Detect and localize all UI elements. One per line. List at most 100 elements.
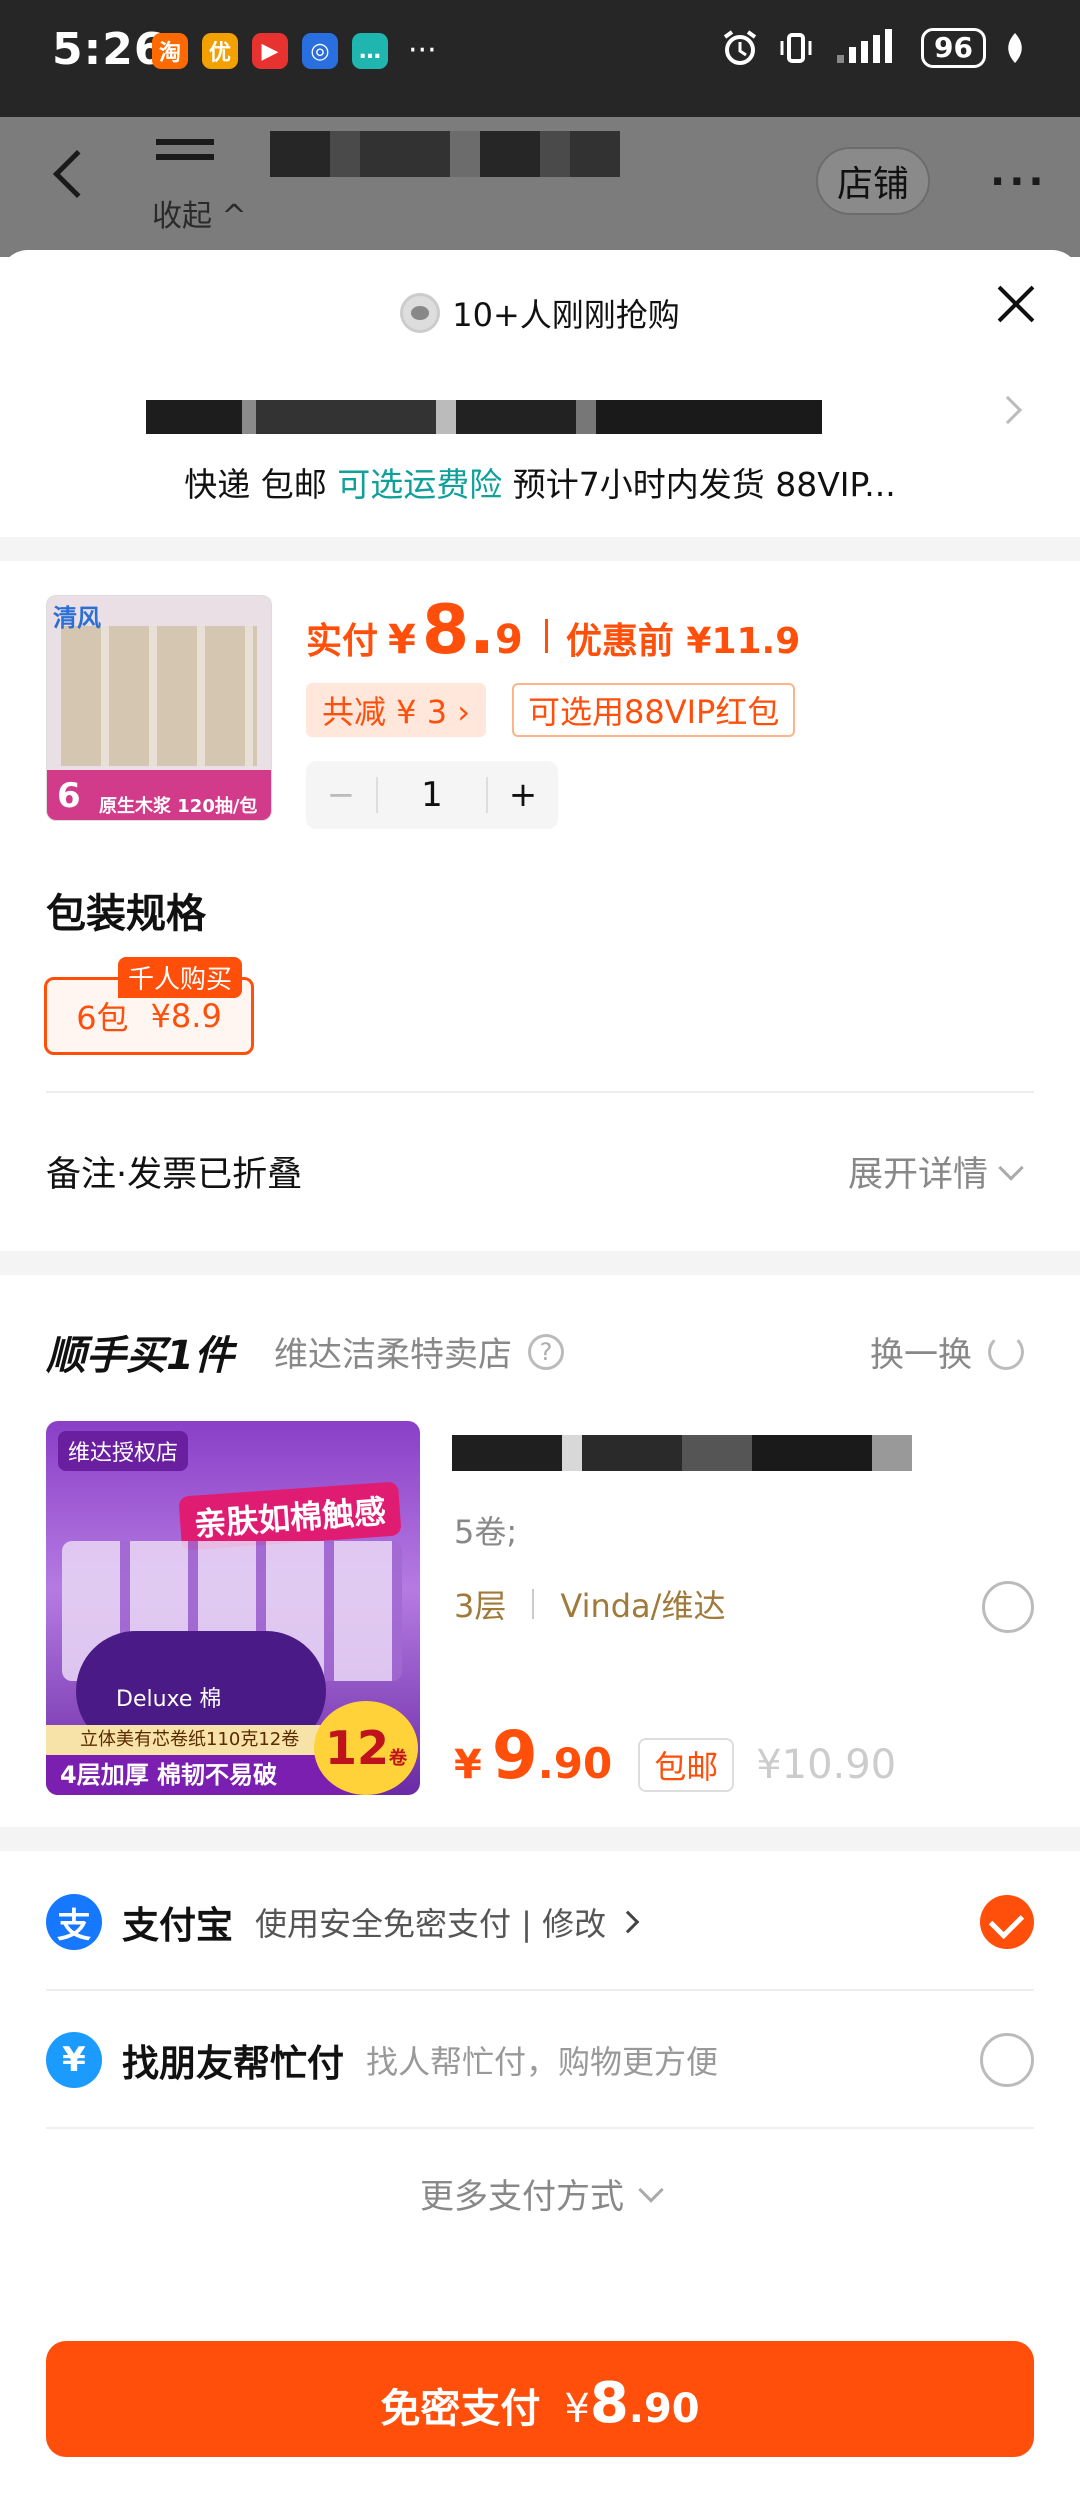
mascot-avatar-icon	[400, 293, 441, 333]
addon-spec-details: 3层 Vinda/维达	[454, 1581, 725, 1627]
currency-symbol: ¥	[388, 617, 416, 663]
addon-name-redacted[interactable]	[452, 1435, 912, 1471]
close-icon[interactable]	[996, 284, 1036, 324]
addon-original-price: ¥10.90	[756, 1742, 897, 1788]
addon-store-name: 维达洁柔特卖店	[274, 1335, 512, 1375]
notification-icons: 淘 优 ▶ ◎ … ···	[152, 33, 437, 69]
addon-image-caption: 立体美有芯卷纸110克12卷	[46, 1725, 346, 1755]
shipping-insurance-link[interactable]: 可选运费险	[337, 465, 502, 504]
addon-spec-layers: 3层	[454, 1587, 507, 1625]
addon-section: 顺手买1件 维达洁柔特卖店 ? 换一换 维达授权店 亲肤如棉触感 Deluxe …	[0, 1275, 1080, 1827]
chat-app-icon: …	[352, 33, 388, 69]
chevron-right-icon	[616, 1910, 640, 1934]
status-time: 5:26	[52, 24, 166, 75]
chevron-down-icon	[638, 2176, 664, 2203]
menu-icon[interactable]	[156, 139, 214, 169]
alipay-icon: 支	[46, 1894, 102, 1950]
expand-details-button[interactable]: 展开详情	[847, 1146, 1024, 1197]
quantity-stepper: − 1 +	[306, 761, 558, 829]
divider	[46, 1989, 1034, 1991]
discount-tag[interactable]: 共减 ¥ 3 ›	[306, 683, 487, 737]
checked-radio-icon[interactable]	[980, 1895, 1034, 1949]
battery-icon: 96	[921, 28, 986, 68]
price-separator	[544, 619, 548, 653]
vibrate-icon	[780, 33, 812, 63]
addon-select-radio[interactable]	[982, 1581, 1034, 1633]
payment-section: 支 支付宝 使用安全免密支付 | 修改 ¥ 找朋友帮忙付 找人帮忙付，购物更方便…	[0, 1851, 1080, 2287]
product-image-band: 6 原生木浆 120抽/包	[47, 770, 271, 820]
video-app-icon: ▶	[252, 33, 288, 69]
spec-separator	[532, 1589, 535, 1619]
address-redacted[interactable]	[146, 400, 822, 434]
alarm-icon	[723, 30, 757, 65]
popular-badge: 千人购买	[118, 957, 243, 998]
more-payment-label: 更多支付方式	[420, 2177, 624, 2217]
leaf-icon	[1008, 33, 1022, 63]
vip-redpacket-tag[interactable]: 可选用88VIP红包	[512, 683, 796, 737]
checkout-sheet: 10+人刚刚抢购 快递 包邮 可选运费险 预计7小时内发货 88VIP... 清…	[0, 250, 1080, 2504]
more-payment-methods-button[interactable]: 更多支付方式	[0, 2169, 1080, 2218]
roll-count-badge: 12卷	[314, 1701, 418, 1795]
addon-price-decimal: .90	[537, 1739, 613, 1788]
currency-symbol: ¥	[454, 1742, 482, 1788]
shipping-eta: 预计7小时内发货 88VIP...	[502, 465, 896, 504]
addon-image-slogan: 4层加厚 棉韧不易破	[46, 1755, 346, 1795]
product-image-count: 6	[57, 776, 81, 816]
section-gap	[0, 537, 1080, 561]
password-free-pay-button[interactable]: 免密支付 ¥ 8 .90	[46, 2341, 1034, 2457]
signal-icon	[837, 29, 893, 63]
addon-price-integer: 9	[491, 1717, 538, 1794]
chevron-right-icon[interactable]	[993, 395, 1023, 425]
more-icon[interactable]: ···	[990, 159, 1048, 205]
back-arrow-icon[interactable]	[52, 149, 102, 199]
help-icon[interactable]: ?	[528, 1333, 564, 1370]
hot-purchase-text: 10+人刚刚抢购	[452, 296, 680, 334]
addon-store: 维达洁柔特卖店 ?	[274, 1327, 564, 1376]
swap-button[interactable]: 换一换	[870, 1327, 1024, 1376]
product-image-band-text: 原生木浆 120抽/包	[99, 796, 258, 817]
taobao-app-icon: 淘	[152, 33, 188, 69]
spec-option-name: 6包	[76, 999, 129, 1037]
increase-button[interactable]: +	[488, 775, 558, 815]
authorized-store-chip: 维达授权店	[58, 1431, 189, 1471]
price-row: 实付 ¥ 8. 9 优惠前 ¥11.9	[306, 591, 800, 670]
store-button[interactable]: 店铺	[816, 147, 930, 215]
system-icons: 96	[721, 28, 1026, 68]
spec-option-price: ¥8.9	[150, 997, 222, 1035]
payment-option-alipay[interactable]: 支 支付宝 使用安全免密支付 | 修改	[46, 1857, 1034, 1987]
addon-pack-text: Deluxe 棉	[116, 1687, 222, 1712]
shipping-method: 快递 包邮	[184, 465, 338, 504]
friend-pay-icon: ¥	[46, 2032, 102, 2088]
addon-product-image[interactable]: 维达授权店 亲肤如棉触感 Deluxe 棉 立体美有芯卷纸110克12卷 4层加…	[46, 1421, 420, 1795]
divider	[46, 2127, 1034, 2129]
product-image[interactable]: 清风 6 原生木浆 120抽/包	[46, 595, 272, 821]
addon-spec-brand: Vinda/维达	[560, 1587, 726, 1625]
section-gap	[0, 1251, 1080, 1275]
collapse-button[interactable]: 收起 ^	[152, 191, 247, 235]
product-pattern	[61, 626, 257, 766]
decrease-button[interactable]: −	[306, 775, 376, 815]
addon-price: ¥ 9 .90 包邮 ¥10.90	[454, 1717, 896, 1794]
friend-pay-desc: 找人帮忙付，购物更方便	[366, 2043, 719, 2081]
shipping-info: 快递 包邮 可选运费险 预计7小时内发货 88VIP...	[0, 458, 1080, 506]
refresh-icon	[988, 1333, 1024, 1370]
pre-discount-price: 优惠前 ¥11.9	[565, 621, 801, 662]
addon-spec-rolls: 5卷;	[454, 1513, 518, 1551]
spec-title: 包装规格	[46, 891, 206, 937]
pay-price-integer: 8	[589, 2371, 629, 2436]
alipay-desc-text: 使用安全免密支付 | 修改	[255, 1905, 607, 1943]
shop-name-redacted	[270, 131, 620, 177]
hot-purchase-banner: 10+人刚刚抢购	[0, 290, 1080, 336]
blue-app-icon: ◎	[302, 33, 338, 69]
addon-title: 顺手买1件	[46, 1333, 234, 1379]
roll-count-unit: 卷	[389, 1748, 407, 1769]
free-shipping-badge: 包邮	[638, 1738, 735, 1792]
unchecked-radio-icon[interactable]	[980, 2033, 1034, 2087]
more-notifications-icon: ···	[408, 33, 437, 68]
note-invoice-label: 备注·发票已折叠	[46, 1155, 303, 1195]
payment-option-friend[interactable]: ¥ 找朋友帮忙付 找人帮忙付，购物更方便	[46, 1995, 1034, 2125]
quantity-value[interactable]: 1	[376, 777, 488, 813]
divider	[46, 1091, 1034, 1093]
alipay-desc: 使用安全免密支付 | 修改	[255, 1899, 640, 1945]
expand-details-label: 展开详情	[847, 1155, 988, 1195]
